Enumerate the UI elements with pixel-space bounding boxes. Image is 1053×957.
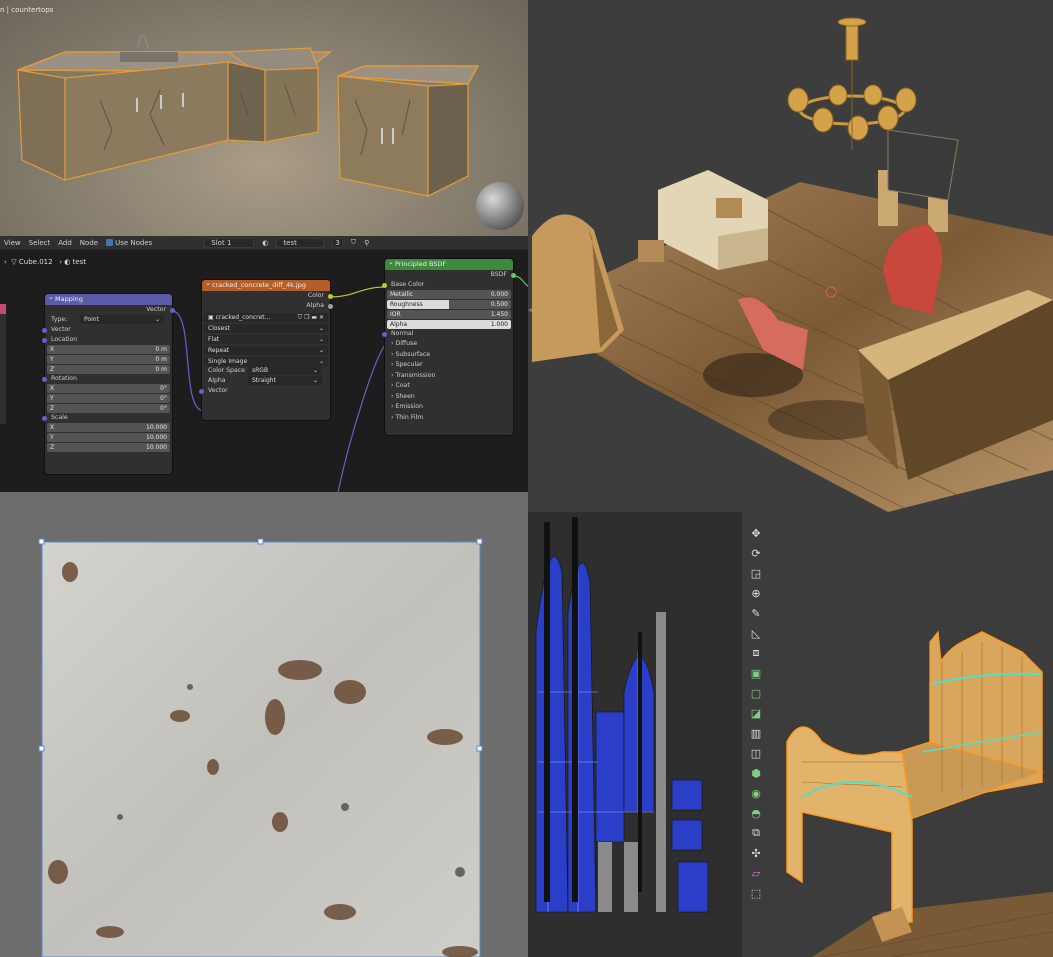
chevron-down-icon: ⌄ [154, 316, 160, 323]
alpha-mode-dropdown[interactable]: Straight ⌄ [248, 376, 322, 385]
rotation-x-field[interactable]: X 0° [47, 384, 170, 393]
color-space-dropdown[interactable]: sRGB ⌄ [248, 366, 322, 375]
image-editor-texture[interactable] [0, 492, 528, 957]
roughness-field[interactable]: Roughness 0.500 [387, 300, 511, 309]
chevron-down-icon: ⌄ [312, 367, 318, 374]
image-datablock-field[interactable]: ▣ cracked_concret... ⛉ ❐ ▬ ✕ [204, 313, 328, 322]
scale-y-field[interactable]: Y 10.000 [47, 433, 170, 442]
interpolation-dropdown[interactable]: Closest ⌄ [204, 324, 328, 333]
alpha-mode-row: Alpha Straight ⌄ [202, 376, 330, 386]
panel-transmission[interactable]: › Transmission [385, 371, 513, 382]
mapping-type-row: Type: Point ⌄ [45, 315, 172, 325]
viewport-breadcrumb: n | countertops [0, 6, 54, 14]
projection-dropdown[interactable]: Flat ⌄ [204, 335, 328, 344]
mapping-rotation-label: Rotation [42, 374, 172, 384]
image-icon: ▣ [208, 314, 214, 321]
image-input-vector: Vector [199, 386, 330, 396]
bsdf-output: BSDF [385, 270, 516, 280]
uv-editor[interactable] [528, 512, 742, 957]
principled-bsdf-node[interactable]: Principled BSDF BSDF Base Color Metallic… [382, 257, 516, 435]
folder-icon: ▬ [311, 314, 318, 321]
chevron-down-icon: ⌄ [318, 336, 324, 343]
close-icon: ✕ [318, 314, 324, 321]
copy-icon: ❐ [304, 314, 310, 321]
panel-subsurface[interactable]: › Subsurface [385, 350, 513, 361]
chevron-down-icon: ⌄ [318, 325, 324, 332]
source-dropdown[interactable]: Single Image ⌄ [204, 357, 328, 366]
bed-wireframe [786, 630, 1053, 957]
image-texture-node[interactable]: cracked_concrete_diff_4k.jpg Color Alpha… [199, 278, 333, 420]
ior-field[interactable]: IOR 1.450 [387, 310, 511, 319]
viewport-room[interactable] [528, 0, 1053, 512]
image-output-color: Color [202, 291, 333, 301]
panel-specular[interactable]: › Specular [385, 360, 513, 371]
chandelier [787, 17, 917, 150]
mapping-scale-label: Scale [42, 413, 172, 423]
cracked-concrete-texture [38, 538, 483, 957]
mapping-input-vector: Vector [42, 325, 172, 335]
viewport-countertops[interactable]: n | countertops [0, 0, 528, 236]
mapping-node-header[interactable]: Mapping [45, 292, 172, 305]
location-y-field[interactable]: Y0 m [47, 355, 170, 364]
alpha-field[interactable]: Alpha 1.000 [387, 320, 511, 329]
extension-dropdown[interactable]: Repeat ⌄ [204, 346, 328, 355]
uv-islands [535, 517, 709, 913]
chevron-down-icon: ⌄ [312, 377, 318, 384]
image-output-alpha: Alpha [202, 301, 333, 311]
panel-diffuse[interactable]: › Diffuse [385, 339, 513, 350]
shield-icon: ⛉ [297, 314, 303, 321]
panel-thin-film[interactable]: › Thin Film [385, 413, 513, 424]
scale-x-field[interactable]: X 10.000 [47, 423, 170, 432]
image-texture-header[interactable]: cracked_concrete_diff_4k.jpg [202, 278, 330, 291]
chevron-down-icon: ⌄ [318, 358, 324, 365]
chevron-down-icon: ⌄ [318, 347, 324, 354]
shader-node-editor[interactable]: View Select Add Node Use Nodes Slot 1 ◐ … [0, 236, 528, 492]
mapping-output-vector: Vector [45, 305, 175, 315]
bsdf-normal: Normal [382, 329, 513, 339]
panel-sheen[interactable]: › Sheen [385, 392, 513, 403]
bsdf-base-color: Base Color [382, 280, 513, 290]
rotation-y-field[interactable]: Y 0° [47, 394, 170, 403]
color-space-row: Color Space sRGB ⌄ [202, 366, 330, 376]
material-preview-sphere [476, 182, 524, 230]
room-scene [528, 17, 1053, 512]
bsdf-header[interactable]: Principled BSDF [385, 257, 513, 270]
location-z-field[interactable]: Z0 m [47, 365, 170, 374]
mapping-location-label: Location [42, 335, 172, 345]
location-x-field[interactable]: X0 m [47, 345, 170, 354]
mapping-type-dropdown[interactable]: Point ⌄ [80, 315, 164, 324]
faucet-icon [137, 34, 149, 49]
viewport-edit-mode[interactable]: ✥ ⟳ ◲ ⊕ ✎ ◺ ⧈ ▣ ▢ ◪ ▥ ◫ ⬢ ◉ ◓ ⧉ ✣ ▱ ⬚ [742, 512, 1053, 957]
panel-coat[interactable]: › Coat [385, 381, 513, 392]
metallic-field[interactable]: Metallic 0.000 [387, 290, 511, 299]
panel-emission[interactable]: › Emission [385, 402, 513, 413]
scale-z-field[interactable]: Z 10.000 [47, 443, 170, 452]
mapping-node[interactable]: Mapping Vector Type: Point⌄ Vector Locat… [42, 292, 175, 474]
countertops-scene [17, 34, 524, 230]
rotation-z-field[interactable]: Z 0° [47, 404, 170, 413]
